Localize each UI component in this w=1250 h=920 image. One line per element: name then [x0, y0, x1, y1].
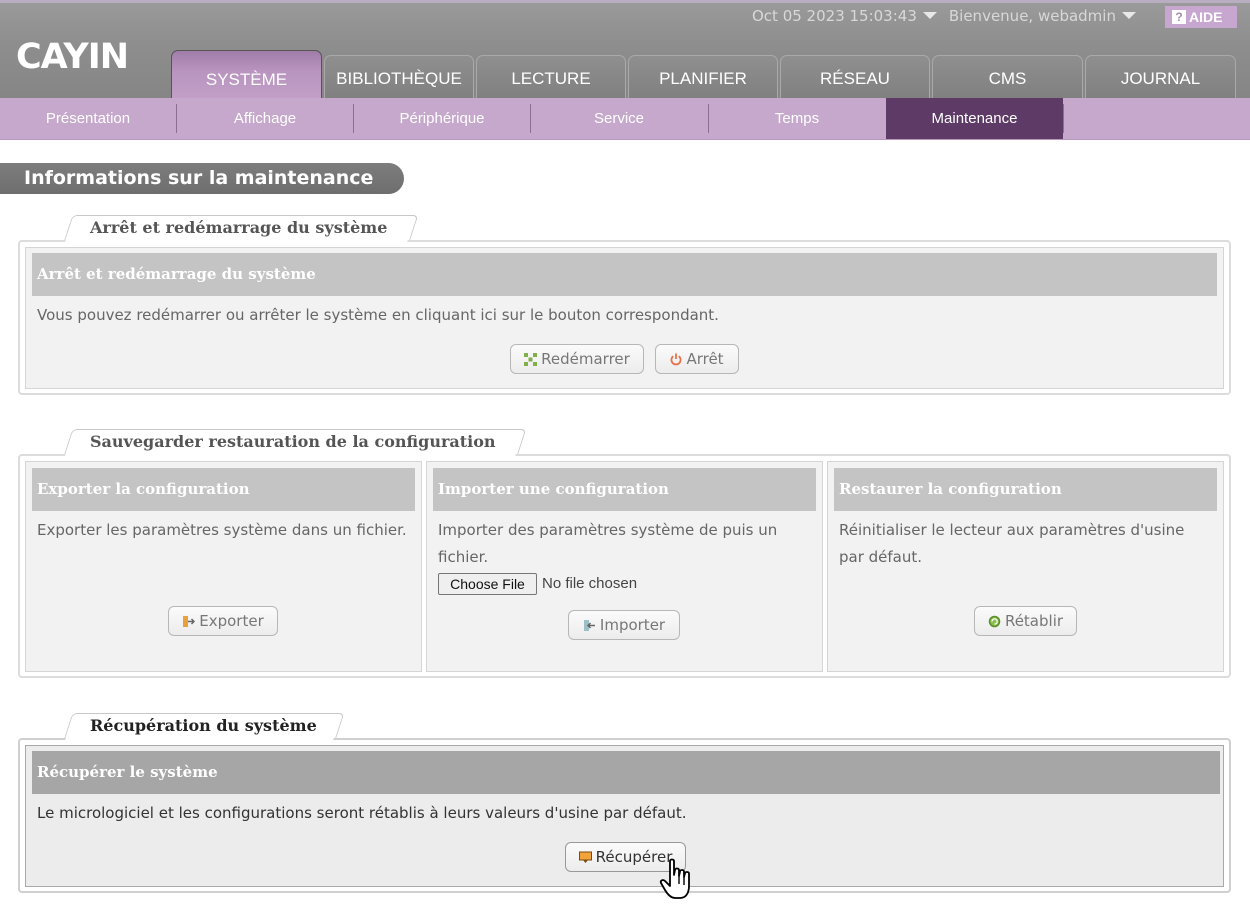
import-description-line1: Importer des paramètres système de puis … — [438, 521, 778, 539]
choose-file-button[interactable]: Choose File — [438, 573, 537, 595]
subnav-affichage[interactable]: Affichage — [177, 98, 353, 139]
tab-journal[interactable]: JOURNAL — [1085, 55, 1236, 101]
import-icon — [583, 613, 596, 641]
restart-button[interactable]: Redémarrer — [510, 344, 644, 374]
restore-description-line2: par défaut. — [839, 548, 923, 566]
help-icon: ? — [1172, 10, 1186, 24]
export-icon — [182, 609, 196, 637]
tab-cms[interactable]: CMS — [932, 55, 1083, 101]
help-button[interactable]: ? AIDE — [1165, 6, 1237, 28]
page-title: Informations sur la maintenance — [0, 163, 404, 194]
restore-button[interactable]: Rétablir — [974, 606, 1077, 636]
top-header: CAYIN Oct 05 2023 15:03:43 Bienvenue, web… — [0, 0, 1250, 101]
panel-header: Restaurer la configuration — [834, 468, 1217, 511]
shutdown-button[interactable]: Arrêt — [655, 344, 739, 374]
import-button[interactable]: Importer — [568, 610, 680, 640]
recover-icon — [578, 845, 592, 873]
chevron-down-icon[interactable] — [1121, 12, 1136, 19]
separator — [1063, 104, 1064, 133]
panel-header: Récupérer le système — [32, 751, 1220, 794]
file-status: No file chosen — [542, 575, 638, 592]
subnav-maintenance[interactable]: Maintenance — [886, 98, 1063, 139]
panel-header: Exporter la configuration — [32, 468, 415, 511]
subnav-peripherique[interactable]: Périphérique — [354, 98, 530, 139]
tab-lecture[interactable]: LECTURE — [476, 55, 626, 101]
import-description-line2: fichier. — [438, 548, 489, 566]
sub-navigation: Présentation Affichage Périphérique Serv… — [0, 98, 1250, 140]
export-description: Exporter les paramètres système dans un … — [37, 521, 407, 539]
hand-pointer-icon — [659, 858, 699, 906]
section-title: Arrêt et redémarrage du système — [90, 218, 388, 237]
recovery-description: Le micrologiciel et les configurations s… — [37, 804, 687, 822]
restart-icon — [524, 347, 538, 375]
restore-description-line1: Réinitialiser le lecteur aux paramètres … — [839, 521, 1185, 539]
shutdown-description: Vous pouvez redémarrer ou arrêter le sys… — [37, 306, 719, 324]
svg-text:CAYIN: CAYIN — [16, 37, 128, 71]
refresh-icon — [988, 609, 1001, 637]
subnav-service[interactable]: Service — [531, 98, 707, 139]
tab-planifier[interactable]: PLANIFIER — [628, 55, 778, 101]
section-title: Récupération du système — [90, 716, 317, 735]
welcome-user[interactable]: Bienvenue, webadmin — [949, 7, 1116, 25]
tab-bibliotheque[interactable]: BIBLIOTHÈQUE — [324, 55, 474, 101]
panel-header: Arrêt et redémarrage du système — [32, 253, 1217, 296]
chevron-down-icon[interactable] — [922, 12, 937, 19]
tab-systeme[interactable]: SYSTÈME — [171, 50, 322, 101]
subnav-temps[interactable]: Temps — [709, 98, 885, 139]
section-title: Sauvegarder restauration de la configura… — [90, 432, 496, 451]
panel-header: Importer une configuration — [433, 468, 816, 511]
tab-reseau[interactable]: RÉSEAU — [780, 55, 930, 101]
export-button[interactable]: Exporter — [168, 606, 278, 636]
subnav-presentation[interactable]: Présentation — [0, 98, 176, 139]
cayin-logo: CAYIN — [16, 37, 146, 77]
power-icon — [670, 347, 682, 375]
datetime-display[interactable]: Oct 05 2023 15:03:43 — [752, 7, 917, 25]
